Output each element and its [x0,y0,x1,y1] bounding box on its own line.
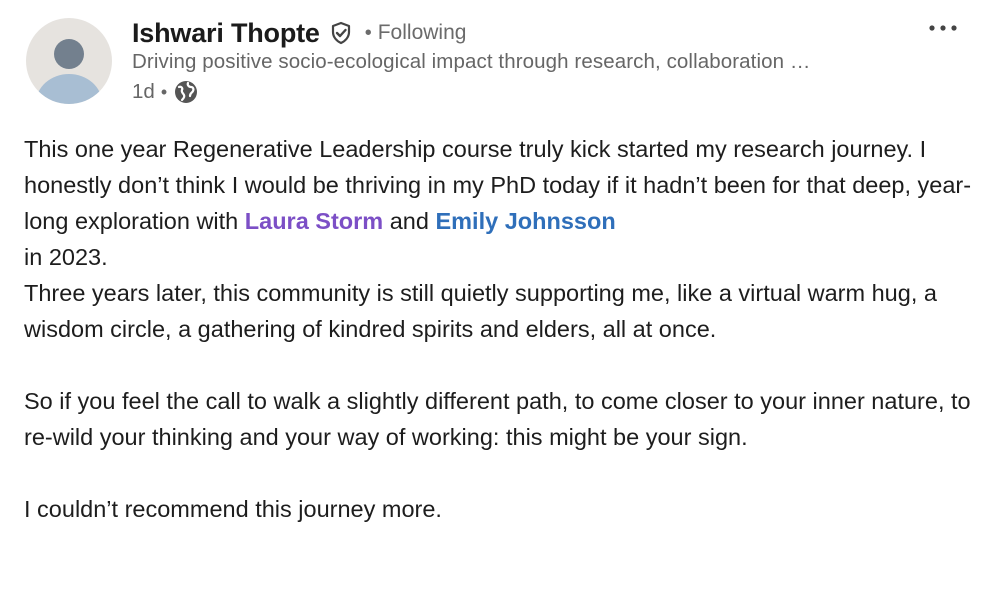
post-time[interactable]: 1d [132,80,155,104]
globe-icon [173,79,199,105]
more-horizontal-icon [926,25,962,46]
post-text: in 2023. [24,244,108,270]
verified-shield-icon [329,21,353,45]
author-name[interactable]: Ishwari Thopte [132,18,320,49]
more-options-button[interactable] [926,14,962,42]
avatar-head [54,39,84,69]
post-text: and [383,208,436,234]
post-header: Ishwari Thopte • Following Driving posit… [0,0,992,120]
avatar[interactable] [26,18,112,104]
separator-dot: • [364,21,372,44]
following-status[interactable]: Following [378,21,467,45]
post-paragraph-3: So if you feel the call to walk a slight… [24,388,971,450]
author-headline: Driving positive socio-ecological impact… [132,50,811,73]
post-paragraph-2: Three years later, this community is sti… [24,280,937,342]
post-paragraph-1: This one year Regenerative Leadership co… [24,131,972,275]
post-paragraph-4: I couldn’t recommend this journey more. [24,496,442,522]
mention-link[interactable]: Laura Storm [245,208,383,234]
mention-link[interactable]: Emily Johnsson [435,208,615,234]
avatar-shoulders [36,74,102,104]
post-body: This one year Regenerative Leadership co… [24,131,972,527]
post-meta: 1d • [132,78,199,106]
separator-dot: • [160,81,168,102]
author-name-row: Ishwari Thopte • Following [132,14,466,52]
